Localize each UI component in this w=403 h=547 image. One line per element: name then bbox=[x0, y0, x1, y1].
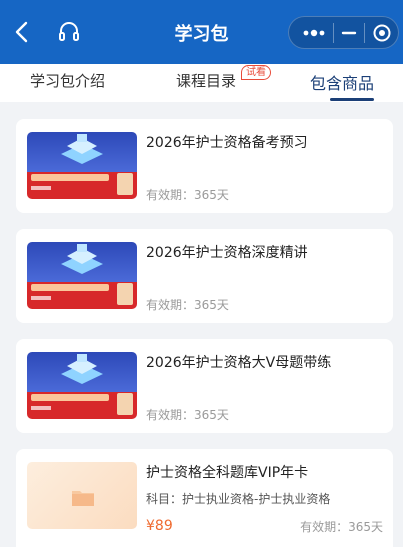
trial-badge: 试看 bbox=[241, 65, 271, 80]
tab-bar: 学习包介绍 课程目录 试看 包含商品 bbox=[0, 64, 403, 102]
capsule-divider bbox=[333, 23, 334, 43]
product-subject: 科目：护士执业资格-护士执业资格 bbox=[146, 492, 331, 506]
book-stack-illustration bbox=[61, 354, 103, 384]
product-card[interactable]: 护士资格全科题库VIP年卡 科目：护士执业资格-护士执业资格 ¥89 有效期：3… bbox=[16, 449, 393, 547]
product-title: 2026年护士资格大V母题带练 bbox=[146, 355, 332, 371]
more-dots-icon[interactable] bbox=[301, 24, 327, 42]
product-validity: 有效期：365天 bbox=[146, 408, 229, 422]
product-title: 护士资格全科题库VIP年卡 bbox=[146, 465, 309, 481]
teacher-avatar bbox=[117, 283, 133, 305]
tab-course-catalog[interactable]: 课程目录 bbox=[176, 70, 236, 91]
question-bank-thumbnail bbox=[27, 462, 137, 529]
teacher-avatar bbox=[117, 173, 133, 195]
book-stack-illustration bbox=[61, 244, 103, 274]
product-card[interactable]: 2026年护士资格深度精讲 有效期：365天 bbox=[16, 229, 393, 323]
tab-included-products[interactable]: 包含商品 bbox=[310, 70, 374, 94]
course-thumbnail bbox=[27, 352, 137, 419]
course-thumbnail bbox=[27, 132, 137, 199]
teacher-avatar bbox=[117, 393, 133, 415]
product-validity: 有效期：365天 bbox=[300, 520, 383, 534]
header-bar: 学习包 bbox=[0, 0, 403, 64]
active-tab-indicator bbox=[330, 98, 374, 101]
course-thumbnail bbox=[27, 242, 137, 309]
target-circle-icon[interactable] bbox=[372, 23, 392, 43]
book-stack-illustration bbox=[61, 134, 103, 164]
product-title: 2026年护士资格深度精讲 bbox=[146, 245, 308, 261]
minus-icon[interactable] bbox=[340, 24, 358, 42]
product-card[interactable]: 2026年护士资格备考预习 有效期：365天 bbox=[16, 119, 393, 213]
product-card[interactable]: 2026年护士资格大V母题带练 有效期：365天 bbox=[16, 339, 393, 433]
folder-icon bbox=[72, 491, 94, 506]
product-title: 2026年护士资格备考预习 bbox=[146, 135, 308, 151]
tab-package-intro[interactable]: 学习包介绍 bbox=[30, 70, 105, 91]
product-price: ¥89 bbox=[146, 518, 173, 534]
product-validity: 有效期：365天 bbox=[146, 188, 229, 202]
product-validity: 有效期：365天 bbox=[146, 298, 229, 312]
mini-program-capsule bbox=[288, 16, 399, 49]
capsule-divider bbox=[364, 23, 365, 43]
